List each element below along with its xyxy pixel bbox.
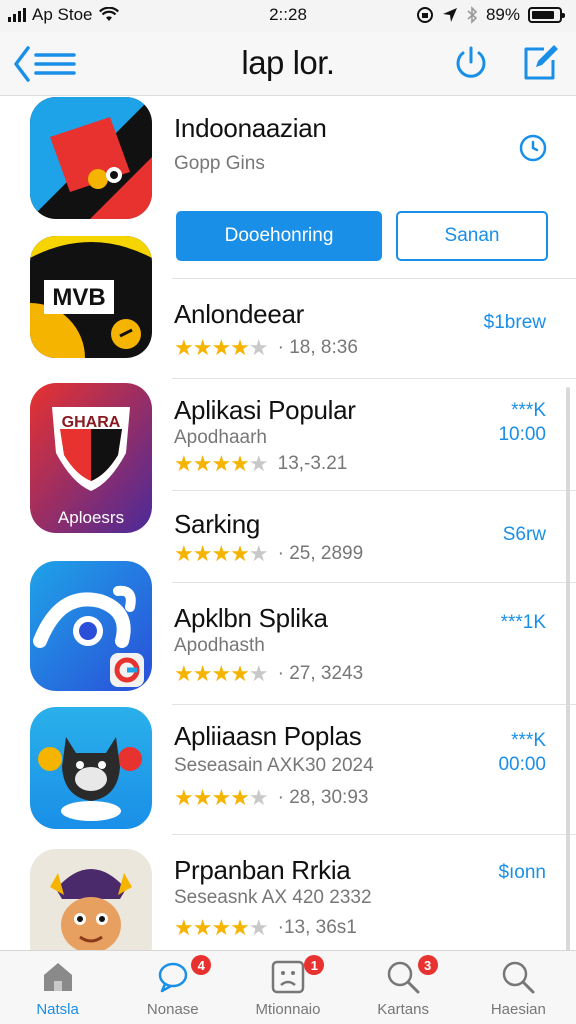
music-app-icon bbox=[30, 97, 152, 219]
rating-count: · 25, 2899 bbox=[277, 543, 364, 564]
search-icon bbox=[387, 961, 420, 994]
swirl-app-icon bbox=[30, 561, 152, 691]
price-line1: $ıonn bbox=[498, 862, 546, 883]
app-rating: ★★★★★ · 27, 3243 bbox=[174, 661, 363, 687]
location-icon bbox=[442, 8, 457, 22]
price-line1: S6rw bbox=[502, 524, 546, 545]
app-name[interactable]: Prpanban Rrkia bbox=[174, 855, 351, 886]
price-label[interactable]: ***K 10:00 bbox=[498, 399, 546, 447]
app-name[interactable]: Apliiaasn Poplas bbox=[174, 721, 362, 752]
price-label[interactable]: ***K 00:00 bbox=[498, 729, 546, 777]
app-icon-label: GHARA bbox=[62, 414, 121, 431]
price-line2: 10:00 bbox=[498, 424, 546, 445]
app-subtitle: Seseasnk AX 420 2332 bbox=[174, 887, 372, 908]
featured-app-name[interactable]: Indoonaazian bbox=[174, 113, 327, 144]
home-icon bbox=[43, 963, 72, 991]
rating-count: · 18, 8:36 bbox=[277, 337, 358, 358]
character-app-icon bbox=[30, 849, 152, 950]
price-label[interactable]: S6rw bbox=[503, 523, 546, 547]
tab-home[interactable]: Natsla bbox=[0, 951, 115, 1024]
star-rating-icon: ★★★★★ bbox=[174, 451, 269, 476]
list-item[interactable]: MVB Anlondeear ★★★★★ · 18, 8:36 $1brew bbox=[0, 236, 576, 379]
app-name[interactable]: Anlondeear bbox=[174, 299, 304, 330]
notification-badge: 1 bbox=[304, 955, 325, 975]
cat-app-icon bbox=[30, 707, 152, 829]
tab-label: Natsla bbox=[36, 1001, 79, 1018]
app-rating: ★★★★★ · 28, 30:93 bbox=[174, 785, 368, 811]
app-rating: ★★★★★ · 25, 2899 bbox=[174, 541, 363, 567]
price-line1: ***K bbox=[511, 730, 546, 751]
tab-label: Haesian bbox=[490, 1001, 546, 1018]
status-right: 89% bbox=[416, 5, 565, 25]
app-icon-chat[interactable] bbox=[30, 561, 152, 691]
bluetooth-icon bbox=[467, 6, 478, 24]
app-rating: ★★★★★ · 18, 8:36 bbox=[174, 335, 358, 361]
list-item[interactable]: GHARA Aploesrs Aplikasi Popular Apodhaar… bbox=[0, 379, 576, 533]
face-icon bbox=[271, 960, 305, 994]
star-rating-icon: ★★★★★ bbox=[174, 541, 269, 566]
battery-percent: 89% bbox=[485, 5, 520, 24]
chat-bubble-icon bbox=[158, 962, 188, 993]
power-icon[interactable] bbox=[452, 44, 490, 82]
app-subtitle: Apodhaarh bbox=[174, 427, 267, 448]
list-item[interactable]: Prpanban Rrkia Seseasnk AX 420 2332 ★★★★… bbox=[0, 835, 576, 950]
tab-notifications[interactable]: 1 Mtionnaio bbox=[230, 951, 345, 1024]
rating-count: · 27, 3243 bbox=[277, 663, 364, 684]
compose-icon[interactable] bbox=[520, 42, 560, 82]
star-rating-icon: ★★★★★ bbox=[174, 915, 269, 940]
price-line1: $1brew bbox=[483, 312, 546, 333]
status-bar: Ap Stoe 2::28 89% bbox=[0, 0, 576, 32]
app-name[interactable]: Sarking bbox=[174, 509, 260, 540]
star-rating-icon: ★★★★★ bbox=[174, 335, 269, 360]
tab-messages[interactable]: 4 Nonase bbox=[115, 951, 230, 1024]
price-label[interactable]: ***1K bbox=[501, 611, 546, 635]
download-button[interactable]: Dooehonring bbox=[176, 211, 382, 261]
app-rating: ★★★★★ ·13, 36s1 bbox=[174, 915, 357, 941]
featured-app-subtitle: Gopp Gins bbox=[174, 153, 265, 174]
notification-badge: 4 bbox=[191, 955, 212, 975]
star-rating-icon: ★★★★★ bbox=[174, 785, 269, 810]
rating-count: ·13, 36s1 bbox=[277, 917, 357, 938]
app-list[interactable]: Indoonaazian Gopp Gins Dooehonring Sanan… bbox=[0, 97, 576, 950]
price-label[interactable]: $ıonn bbox=[498, 861, 546, 885]
rating-count: 13,-3.21 bbox=[277, 453, 348, 474]
tab-search-2[interactable]: Haesian bbox=[461, 951, 576, 1024]
notification-badge: 3 bbox=[417, 955, 438, 975]
nav-bar: lap lor. bbox=[0, 32, 576, 96]
featured-app-icon[interactable] bbox=[30, 97, 152, 219]
tab-label: Mtionnaio bbox=[255, 1001, 321, 1018]
list-item[interactable]: Apklbn Splika Apodhasth ★★★★★ · 27, 3243… bbox=[0, 561, 576, 705]
app-subtitle: Apodhasth bbox=[174, 635, 265, 656]
app-icon-label: MVB bbox=[52, 284, 105, 311]
tab-search[interactable]: 3 Kartans bbox=[346, 951, 461, 1024]
scrollbar[interactable] bbox=[566, 387, 570, 950]
app-icon-character[interactable] bbox=[30, 849, 152, 950]
secondary-button[interactable]: Sanan bbox=[396, 211, 548, 261]
battery-icon bbox=[528, 7, 565, 23]
tab-label: Kartans bbox=[377, 1001, 429, 1018]
app-icon-mvb[interactable]: MVB bbox=[30, 236, 152, 358]
tab-label: Nonase bbox=[146, 1001, 199, 1018]
list-item[interactable]: Apliiaasn Poplas Seseasain AXK30 2024 ★★… bbox=[0, 705, 576, 835]
app-subtitle: Seseasain AXK30 2024 bbox=[174, 755, 374, 776]
price-line2: 00:00 bbox=[498, 754, 546, 775]
star-rating-icon: ★★★★★ bbox=[174, 661, 269, 686]
app-name[interactable]: Apklbn Splika bbox=[174, 603, 328, 634]
mvb-app-icon: MVB bbox=[30, 236, 152, 358]
price-line1: ***K bbox=[511, 400, 546, 421]
search-icon bbox=[503, 961, 535, 994]
rotation-lock-icon bbox=[416, 7, 433, 23]
app-rating: ★★★★★ 13,-3.21 bbox=[174, 451, 347, 477]
clock-icon[interactable] bbox=[518, 133, 548, 163]
app-name[interactable]: Aplikasi Popular bbox=[174, 395, 356, 426]
app-icon-cat[interactable] bbox=[30, 707, 152, 829]
rating-count: · 28, 30:93 bbox=[277, 787, 369, 808]
price-line1: ***1K bbox=[500, 612, 546, 633]
tab-bar: Natsla 4 Nonase 1 Mtionnaio 3 Kartans Ha… bbox=[0, 950, 576, 1024]
price-label[interactable]: $1brew bbox=[484, 311, 546, 335]
